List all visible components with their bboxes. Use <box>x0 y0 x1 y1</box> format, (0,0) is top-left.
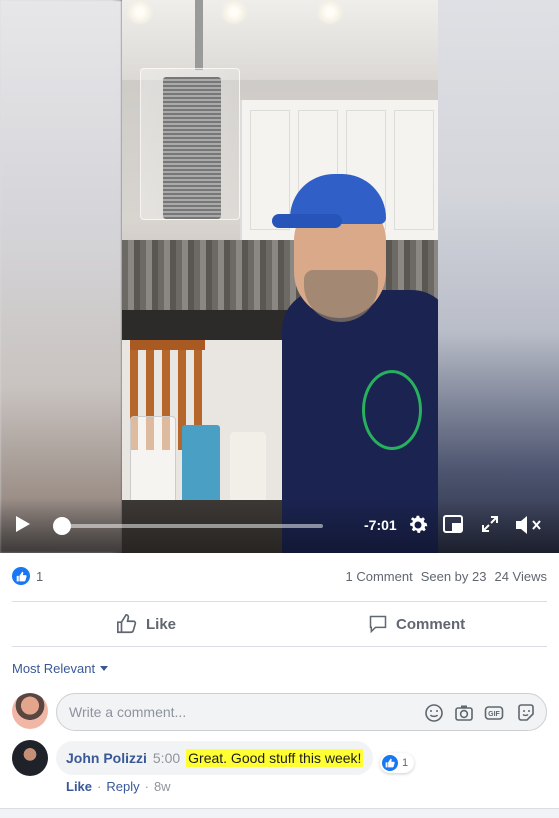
comment-reaction[interactable]: 1 <box>380 753 415 773</box>
scene-person <box>272 170 438 553</box>
stats-right: 1 Comment Seen by 23 24 Views <box>346 569 548 584</box>
comment-input[interactable] <box>57 694 407 730</box>
emoji-icon[interactable] <box>423 702 445 724</box>
comment-button-label: Comment <box>396 615 466 633</box>
sort-label: Most Relevant <box>12 661 96 676</box>
scene-blender <box>130 416 176 512</box>
play-icon[interactable] <box>16 516 30 532</box>
video-frame <box>122 0 438 553</box>
progress-track[interactable] <box>57 524 323 528</box>
video-player[interactable]: -7:01 <box>0 0 559 553</box>
like-reaction-icon <box>12 567 30 585</box>
scene-light <box>316 0 344 24</box>
time-remaining: -7:01 <box>364 517 397 533</box>
avatar[interactable] <box>12 693 48 729</box>
comment-count[interactable]: 1 Comment <box>346 569 413 584</box>
comment-composer[interactable]: GIF <box>56 693 547 731</box>
gear-icon[interactable] <box>406 513 430 537</box>
gif-icon[interactable]: GIF <box>483 702 505 724</box>
thumbs-up-icon <box>117 614 137 634</box>
comment-actions: Like · Reply · 8w <box>66 779 171 794</box>
view-count: 24 Views <box>494 569 547 584</box>
comment-button[interactable]: Comment <box>368 604 465 644</box>
comment-like-link[interactable]: Like <box>66 779 92 794</box>
scene-light <box>220 0 248 24</box>
sticker-icon[interactable] <box>515 702 537 724</box>
engagement-stats: 1 1 Comment Seen by 23 24 Views <box>0 563 559 591</box>
speech-bubble-icon <box>369 615 387 634</box>
caret-down-icon <box>100 666 109 671</box>
comment-reply-link[interactable]: Reply <box>106 779 139 794</box>
action-bar: Like Comment <box>0 604 559 644</box>
scene-pendant-lamp <box>140 68 240 220</box>
like-button[interactable]: Like <box>116 604 176 644</box>
like-button-label: Like <box>146 615 177 633</box>
comment-item: John Polizzi 5:00 Great. Good stuff this… <box>56 741 374 775</box>
reaction-count: 1 <box>402 757 409 769</box>
scene-pendant-rod <box>195 0 203 70</box>
comment-age[interactable]: 8w <box>154 779 171 794</box>
comment-text: Great. Good stuff this week! <box>186 749 364 767</box>
video-blur-left <box>0 0 122 553</box>
progress-knob[interactable] <box>53 517 72 535</box>
sort-dropdown[interactable]: Most Relevant <box>12 661 109 676</box>
scene-canister <box>230 432 266 508</box>
comment-timestamp[interactable]: 5:00 <box>153 750 180 766</box>
volume-muted-icon[interactable] <box>514 513 542 537</box>
separator-dot: · <box>97 779 102 794</box>
video-controls: -7:01 <box>0 499 559 553</box>
camera-icon[interactable] <box>453 702 475 724</box>
seen-by-count[interactable]: Seen by 23 <box>421 569 487 584</box>
svg-text:GIF: GIF <box>488 711 500 718</box>
divider <box>12 601 547 602</box>
scene-light <box>126 0 154 24</box>
separator-dot: · <box>144 779 149 794</box>
avatar[interactable] <box>12 740 48 776</box>
picture-in-picture-icon[interactable] <box>443 515 463 533</box>
like-count-value: 1 <box>36 568 44 584</box>
like-reaction-icon <box>382 755 398 771</box>
card-bottom-border <box>0 808 559 818</box>
expand-icon[interactable] <box>480 514 500 534</box>
divider <box>12 646 547 647</box>
video-blur-right <box>438 0 559 553</box>
like-count[interactable]: 1 <box>12 567 43 585</box>
comment-author[interactable]: John Polizzi <box>66 750 147 766</box>
